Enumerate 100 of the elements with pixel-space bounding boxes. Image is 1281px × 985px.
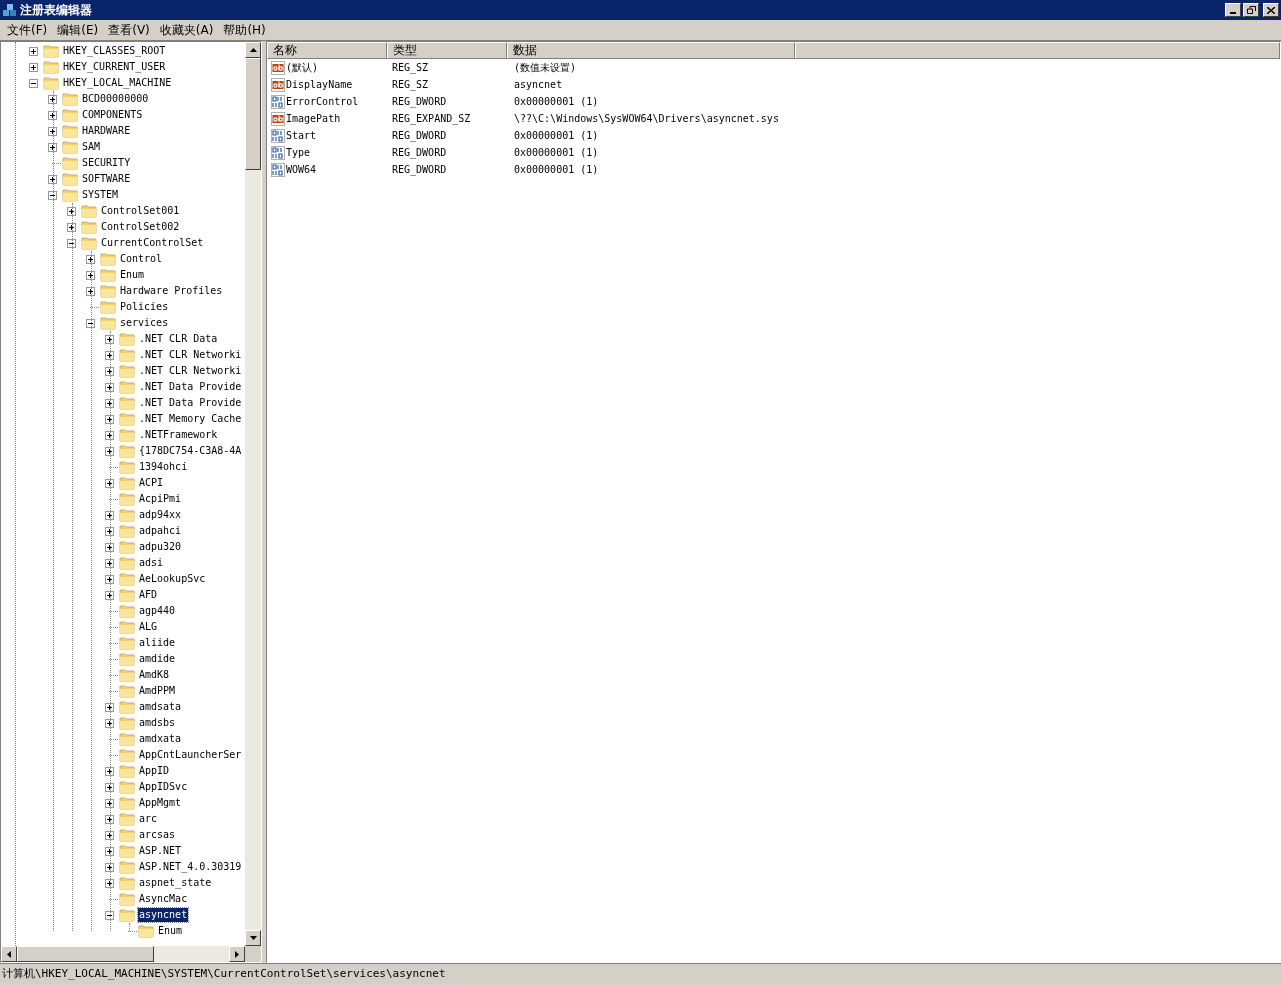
column-header[interactable]: 数据 (507, 42, 795, 59)
tree-item[interactable]: HKEY_CURRENT_USER (62, 60, 167, 74)
tree-item[interactable]: HKEY_LOCAL_MACHINE (62, 76, 173, 90)
tree-item[interactable]: amdxata (138, 732, 183, 746)
expand-toggle[interactable] (105, 814, 114, 824)
tree-item[interactable]: AppCntLauncherSer (138, 748, 243, 762)
collapse-toggle[interactable] (105, 910, 114, 920)
value-name[interactable]: ErrorControl (286, 94, 359, 109)
tree-item[interactable]: AFD (138, 588, 159, 602)
scroll-thumb[interactable] (245, 58, 261, 170)
tree-item[interactable]: ACPI (138, 476, 165, 490)
tree-item[interactable]: HKEY_CLASSES_ROOT (62, 44, 167, 58)
tree-item[interactable]: .NET CLR Data (138, 332, 219, 346)
tree-item[interactable]: ALG (138, 620, 159, 634)
expand-toggle[interactable] (105, 350, 114, 360)
expand-toggle[interactable] (48, 94, 57, 104)
expand-toggle[interactable] (105, 526, 114, 536)
tree-item[interactable]: CurrentControlSet (100, 236, 205, 250)
tree-item[interactable]: Enum (119, 268, 146, 282)
tree-item[interactable]: Enum (157, 924, 184, 938)
tree-item[interactable]: .NET CLR Networki (138, 364, 243, 378)
tree-item[interactable]: .NET CLR Networki (138, 348, 243, 362)
tree-item[interactable]: Control (119, 252, 164, 266)
tree-item[interactable]: AcpiPmi (138, 492, 183, 506)
menu-item[interactable]: 文件(F) (2, 21, 53, 39)
expand-toggle[interactable] (29, 46, 38, 56)
column-header[interactable]: 名称 (267, 42, 387, 59)
restore-button[interactable] (1243, 3, 1259, 17)
expand-toggle[interactable] (105, 590, 114, 600)
tree-item[interactable]: Hardware Profiles (119, 284, 224, 298)
tree-item[interactable]: ControlSet002 (100, 220, 181, 234)
expand-toggle[interactable] (48, 110, 57, 120)
expand-toggle[interactable] (86, 286, 95, 296)
collapse-toggle[interactable] (29, 78, 38, 88)
value-name[interactable]: ImagePath (286, 111, 341, 126)
tree-item[interactable]: AppIDSvc (138, 780, 189, 794)
tree-item[interactable]: SOFTWARE (81, 172, 132, 186)
expand-toggle[interactable] (105, 430, 114, 440)
expand-toggle[interactable] (105, 782, 114, 792)
close-button[interactable] (1263, 3, 1279, 17)
tree-item[interactable]: AmdPPM (138, 684, 177, 698)
tree-item[interactable]: aliide (138, 636, 177, 650)
tree-item[interactable]: ControlSet001 (100, 204, 181, 218)
tree-item[interactable]: AppMgmt (138, 796, 183, 810)
expand-toggle[interactable] (105, 574, 114, 584)
vertical-scrollbar[interactable] (245, 42, 261, 946)
expand-toggle[interactable] (48, 174, 57, 184)
tree-item[interactable]: AsyncMac (138, 892, 189, 906)
tree-item[interactable]: SAM (81, 140, 102, 154)
expand-toggle[interactable] (67, 222, 76, 232)
tree-item[interactable]: amdsbs (138, 716, 177, 730)
tree-item[interactable]: adpahci (138, 524, 183, 538)
menu-item[interactable]: 帮助(H) (218, 21, 271, 39)
tree-item[interactable]: SYSTEM (81, 188, 120, 202)
tree-item[interactable]: .NETFramework (138, 428, 219, 442)
tree-item[interactable]: Policies (119, 300, 170, 314)
expand-toggle[interactable] (29, 62, 38, 72)
expand-toggle[interactable] (105, 414, 114, 424)
collapse-toggle[interactable] (67, 238, 76, 248)
tree-item[interactable]: ASP.NET_4.0.30319 (138, 860, 243, 874)
menu-item[interactable]: 查看(V) (103, 21, 155, 39)
expand-toggle[interactable] (105, 398, 114, 408)
tree-item[interactable]: .NET Data Provide (138, 396, 243, 410)
collapse-toggle[interactable] (86, 318, 95, 328)
tree-item[interactable]: BCD00000000 (81, 92, 150, 106)
tree-item[interactable]: asyncnet (138, 908, 189, 922)
menu-item[interactable]: 编辑(E) (52, 21, 104, 39)
horizontal-scrollbar[interactable] (1, 946, 245, 962)
expand-toggle[interactable] (105, 718, 114, 728)
tree-item[interactable]: adp94xx (138, 508, 183, 522)
tree-item[interactable]: agp440 (138, 604, 177, 618)
tree-item[interactable]: arcsas (138, 828, 177, 842)
expand-toggle[interactable] (105, 510, 114, 520)
tree-item[interactable]: AmdK8 (138, 668, 171, 682)
tree-item[interactable]: amdsata (138, 700, 183, 714)
tree-item[interactable]: AppID (138, 764, 171, 778)
value-name[interactable]: DisplayName (286, 77, 353, 92)
expand-toggle[interactable] (48, 126, 57, 136)
tree-item[interactable]: .NET Data Provide (138, 380, 243, 394)
expand-toggle[interactable] (67, 206, 76, 216)
value-name[interactable]: (默认) (286, 60, 319, 75)
tree-item[interactable]: AeLookupSvc (138, 572, 207, 586)
expand-toggle[interactable] (105, 334, 114, 344)
tree-item[interactable]: adsi (138, 556, 165, 570)
expand-toggle[interactable] (105, 702, 114, 712)
tree-item[interactable]: aspnet_state (138, 876, 213, 890)
tree-item[interactable]: adpu320 (138, 540, 183, 554)
column-header[interactable]: 类型 (387, 42, 507, 59)
scroll-left-button[interactable] (1, 946, 17, 962)
tree-item[interactable]: amdide (138, 652, 177, 666)
collapse-toggle[interactable] (48, 190, 57, 200)
tree-item[interactable]: HARDWARE (81, 124, 132, 138)
expand-toggle[interactable] (105, 862, 114, 872)
expand-toggle[interactable] (86, 254, 95, 264)
menu-item[interactable]: 收藏夹(A) (154, 21, 219, 39)
value-name[interactable]: WOW64 (286, 162, 317, 177)
expand-toggle[interactable] (105, 558, 114, 568)
expand-toggle[interactable] (105, 478, 114, 488)
tree-item[interactable]: services (119, 316, 170, 330)
expand-toggle[interactable] (86, 270, 95, 280)
